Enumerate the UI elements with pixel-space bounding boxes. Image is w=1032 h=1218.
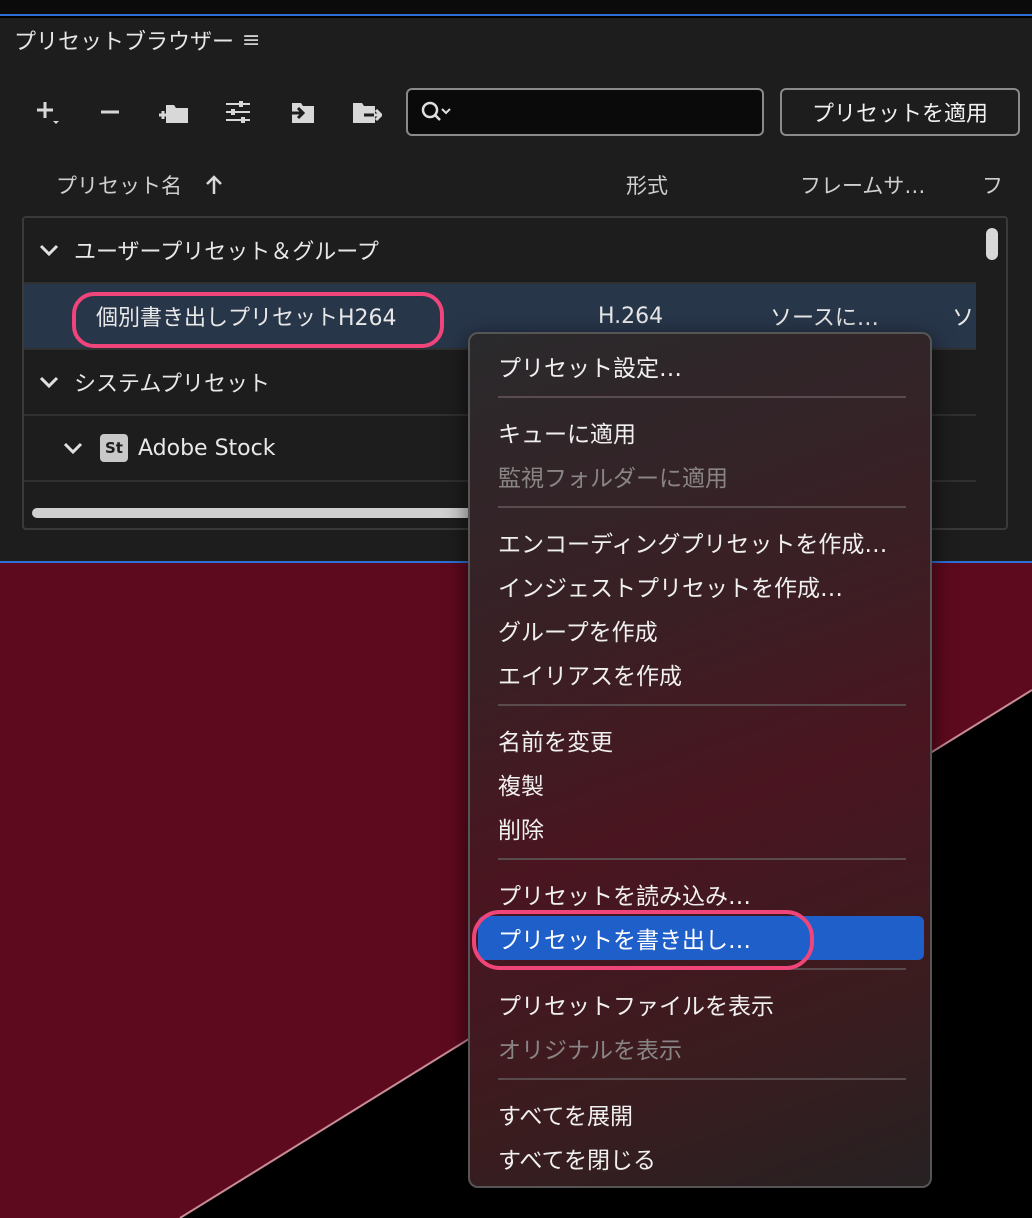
tree-row-user-group[interactable]: ユーザープリセット＆グループ [24, 218, 976, 284]
horizontal-scrollbar[interactable] [32, 508, 472, 518]
preset-format: H.264 [598, 303, 664, 329]
menu-separator [498, 704, 906, 706]
menu-separator [498, 1078, 906, 1080]
column-name-label: プリセット名 [56, 174, 182, 198]
preset-frame-size: ソースに… [770, 306, 879, 331]
remove-icon[interactable] [92, 94, 128, 130]
hamburger-icon[interactable]: ≡ [242, 28, 260, 53]
menu-item-duplicate[interactable]: 複製 [498, 764, 910, 804]
menu-item-delete[interactable]: 削除 [498, 808, 910, 848]
menu-item-export-preset[interactable]: プリセットを書き出し… [478, 916, 924, 960]
menu-item-collapse-all[interactable]: すべてを閉じる [498, 1138, 910, 1178]
vertical-scrollbar[interactable] [986, 228, 998, 260]
add-icon[interactable] [30, 94, 66, 130]
menu-separator [498, 968, 906, 970]
search-input[interactable] [406, 88, 764, 136]
menu-item-create-encoding-preset[interactable]: エンコーディングプリセットを作成… [498, 522, 910, 562]
panel-title-label: プリセットブラウザー [14, 30, 235, 55]
menu-item-create-alias[interactable]: エイリアスを作成 [498, 654, 910, 694]
system-group-label: システムプリセット [74, 372, 271, 397]
column-header-format[interactable]: 形式 [626, 168, 668, 202]
panel-title: プリセットブラウザー ≡ [14, 24, 260, 56]
chevron-down-icon[interactable] [62, 437, 84, 459]
export-icon[interactable] [348, 94, 384, 130]
new-group-icon[interactable] [156, 94, 192, 130]
preset-next-col: ソ [952, 306, 975, 331]
menu-item-create-group[interactable]: グループを作成 [498, 610, 910, 650]
menu-item-rename[interactable]: 名前を変更 [498, 720, 910, 760]
menu-item-apply-watch-folder[interactable]: 監視フォルダーに適用 [498, 456, 910, 496]
adobe-stock-label: Adobe Stock [138, 435, 276, 461]
column-header-name[interactable]: プリセット名 [56, 168, 224, 202]
preset-settings-icon[interactable] [220, 94, 256, 130]
preset-name: 個別書き出しプリセットH264 [96, 306, 397, 331]
menu-item-expand-all[interactable]: すべてを展開 [498, 1094, 910, 1134]
menu-item-create-ingest-preset[interactable]: インジェストプリセットを作成… [498, 566, 910, 606]
menu-separator [498, 396, 906, 398]
menu-item-show-original[interactable]: オリジナルを表示 [498, 1028, 910, 1068]
chevron-down-icon[interactable] [38, 371, 60, 393]
column-header-next[interactable]: フ [982, 168, 1003, 202]
adobe-stock-icon: St [100, 434, 128, 462]
menu-separator [498, 858, 906, 860]
user-group-label: ユーザープリセット＆グループ [74, 240, 379, 265]
menu-item-preset-settings[interactable]: プリセット設定… [498, 346, 910, 386]
menu-item-apply-queue[interactable]: キューに適用 [498, 412, 910, 452]
chevron-down-icon[interactable] [38, 239, 60, 261]
column-header-frame-size[interactable]: フレームサ… [800, 168, 925, 202]
search-icon [421, 101, 451, 121]
import-icon[interactable] [284, 94, 320, 130]
preset-toolbar: プリセットを適用 [30, 88, 1020, 136]
menu-item-show-preset-file[interactable]: プリセットファイルを表示 [498, 984, 910, 1024]
apply-preset-button[interactable]: プリセットを適用 [780, 88, 1020, 136]
menu-item-import-preset[interactable]: プリセットを読み込み… [498, 874, 910, 914]
context-menu: プリセット設定… キューに適用 監視フォルダーに適用 エンコーディングプリセット… [468, 332, 932, 1188]
arrow-up-icon [206, 175, 222, 194]
window-top-bar [0, 0, 1032, 16]
menu-separator [498, 506, 906, 508]
